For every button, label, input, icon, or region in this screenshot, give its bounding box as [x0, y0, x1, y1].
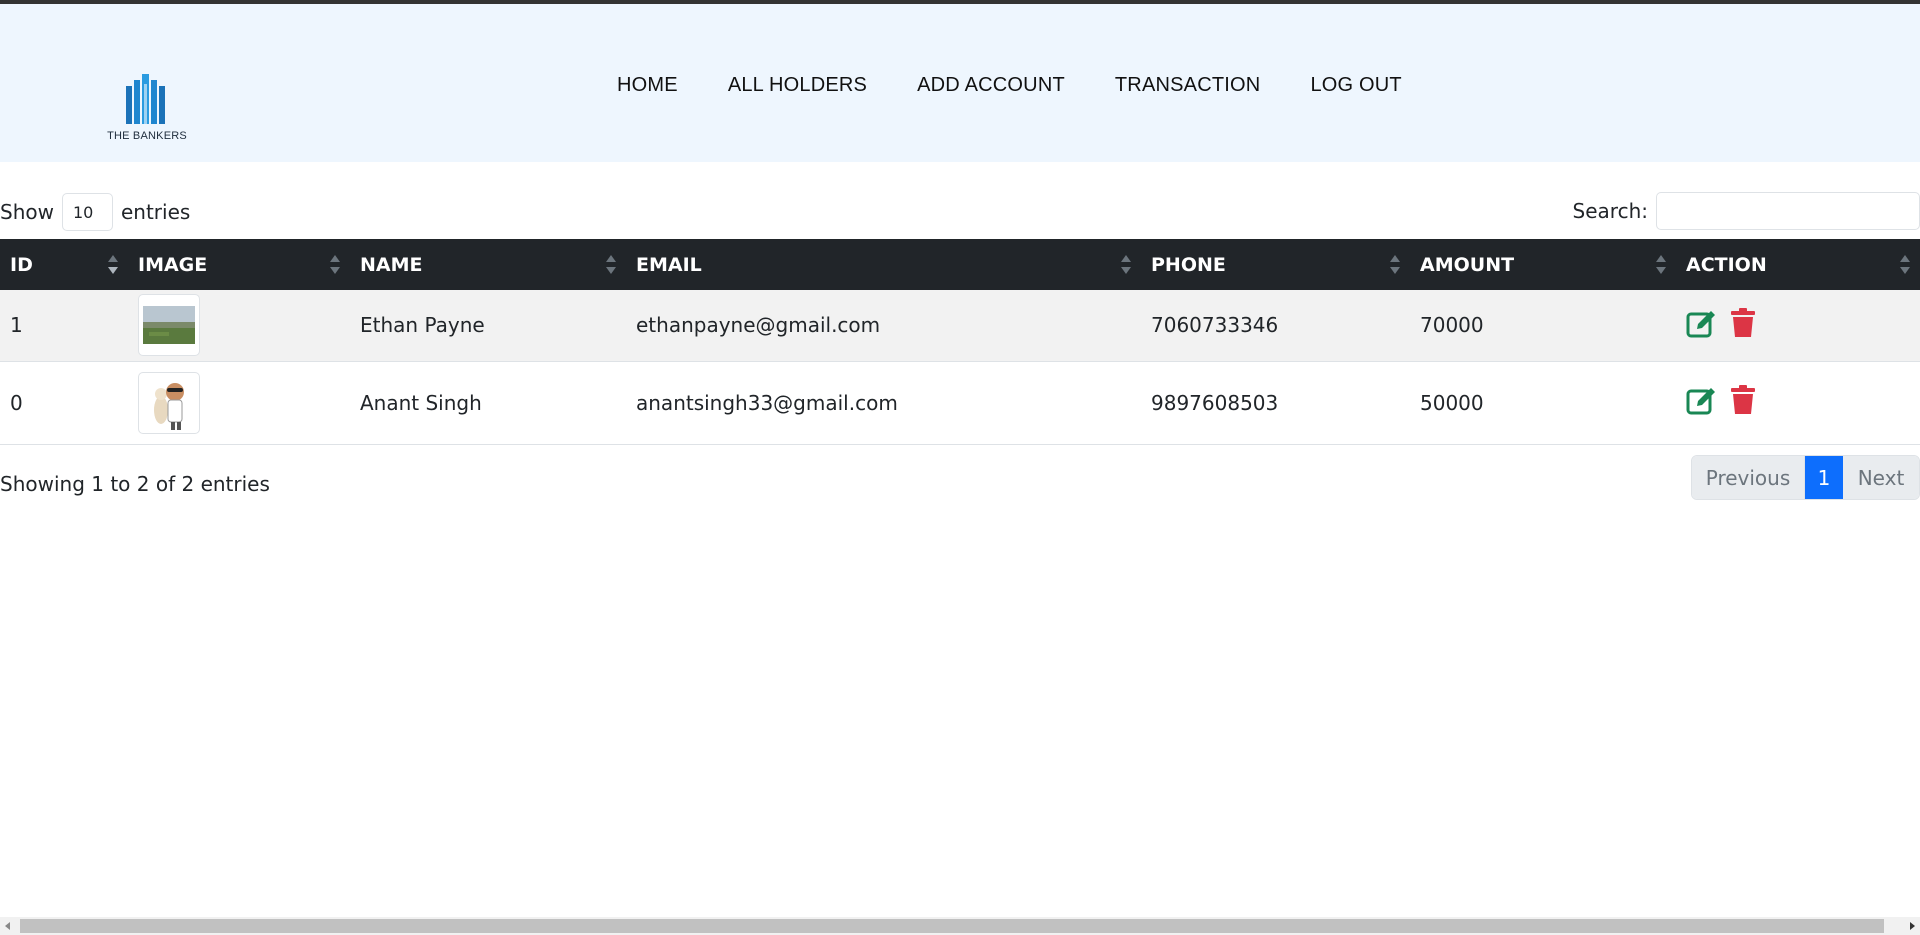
brand-name: THE BANKERS — [107, 130, 187, 142]
cell-phone: 7060733346 — [1141, 290, 1410, 362]
brand-logo[interactable]: THE BANKERS — [104, 72, 190, 148]
column-header-action[interactable]: ACTION — [1676, 239, 1920, 290]
column-header-label: IMAGE — [138, 253, 208, 276]
edit-icon[interactable] — [1686, 308, 1718, 343]
cell-email: ethanpayne@gmail.com — [626, 290, 1141, 362]
entries-label: entries — [120, 200, 191, 224]
cell-action — [1676, 361, 1920, 445]
cell-amount: 70000 — [1410, 290, 1676, 362]
cell-amount: 50000 — [1410, 361, 1676, 445]
holder-thumbnail[interactable] — [138, 294, 200, 357]
cell-image — [128, 290, 350, 362]
cell-action — [1676, 290, 1920, 362]
column-header-email[interactable]: EMAIL — [626, 239, 1141, 290]
column-header-phone[interactable]: PHONE — [1141, 239, 1410, 290]
cell-image — [128, 361, 350, 445]
scroll-right-icon[interactable] — [1910, 922, 1915, 930]
sort-icon — [1121, 255, 1131, 275]
cell-name: Anant Singh — [350, 361, 626, 445]
building-logo-icon — [126, 74, 165, 124]
table-info: Showing 1 to 2 of 2 entries — [0, 472, 270, 496]
entries-length-control: Show 10 entries — [0, 193, 190, 231]
pagination: Previous 1 Next — [1691, 455, 1920, 500]
cell-name: Ethan Payne — [350, 290, 626, 362]
scroll-left-icon[interactable] — [5, 922, 10, 930]
sort-icon — [1390, 255, 1400, 275]
show-label: Show — [0, 200, 54, 224]
column-header-name[interactable]: NAME — [350, 239, 626, 290]
column-header-id[interactable]: ID — [0, 239, 128, 290]
search-control: Search: — [1573, 192, 1920, 230]
table-header-row: ID IMAGE NAME EMAIL PHONE AMOUNT ACTION — [0, 239, 1920, 290]
site-header: THE BANKERS HOME ALL HOLDERS ADD ACCOUNT… — [0, 4, 1920, 162]
trash-icon[interactable] — [1730, 307, 1756, 343]
next-page-button[interactable]: Next — [1843, 456, 1919, 499]
scrollbar-thumb[interactable] — [20, 919, 1884, 933]
edit-icon[interactable] — [1686, 385, 1718, 420]
nav-all-holders[interactable]: ALL HOLDERS — [728, 74, 867, 97]
landscape-photo-icon — [143, 306, 195, 345]
cell-email: anantsingh33@gmail.com — [626, 361, 1141, 445]
holder-thumbnail[interactable] — [138, 371, 200, 434]
sort-icon — [1900, 255, 1910, 275]
main-nav: HOME ALL HOLDERS ADD ACCOUNT TRANSACTION… — [617, 74, 1452, 97]
holders-table: ID IMAGE NAME EMAIL PHONE AMOUNT ACTION … — [0, 239, 1920, 445]
table-row: 0 Anant Singh anantsingh33@gmail.com 989… — [0, 361, 1920, 445]
column-header-label: ID — [10, 253, 33, 276]
search-label: Search: — [1572, 199, 1648, 223]
search-input[interactable] — [1656, 192, 1920, 230]
column-header-label: PHONE — [1151, 253, 1226, 276]
column-header-image[interactable]: IMAGE — [128, 239, 350, 290]
previous-page-button[interactable]: Previous — [1692, 456, 1805, 499]
page-1-button[interactable]: 1 — [1805, 456, 1843, 499]
column-header-label: NAME — [360, 253, 423, 276]
cell-phone: 9897608503 — [1141, 361, 1410, 445]
entries-select[interactable]: 10 — [61, 193, 113, 231]
nav-home[interactable]: HOME — [617, 74, 678, 97]
horizontal-scrollbar[interactable] — [0, 917, 1920, 935]
nav-transaction[interactable]: TRANSACTION — [1115, 74, 1261, 97]
sort-icon — [606, 255, 616, 275]
table-row: 1 Ethan Payne ethanpayne@gmail.com 70607… — [0, 290, 1920, 362]
cell-id: 1 — [0, 290, 128, 362]
cell-id: 0 — [0, 361, 128, 445]
avatar-cartoon-icon — [154, 382, 184, 430]
trash-icon[interactable] — [1730, 385, 1756, 420]
column-header-label: EMAIL — [636, 253, 702, 276]
sort-icon — [1656, 255, 1666, 275]
nav-log-out[interactable]: LOG OUT — [1310, 74, 1401, 97]
column-header-label: ACTION — [1686, 253, 1767, 276]
sort-icon — [330, 255, 340, 275]
column-header-amount[interactable]: AMOUNT — [1410, 239, 1676, 290]
sort-desc-icon — [108, 255, 118, 275]
nav-add-account[interactable]: ADD ACCOUNT — [917, 74, 1065, 97]
column-header-label: AMOUNT — [1420, 253, 1515, 276]
